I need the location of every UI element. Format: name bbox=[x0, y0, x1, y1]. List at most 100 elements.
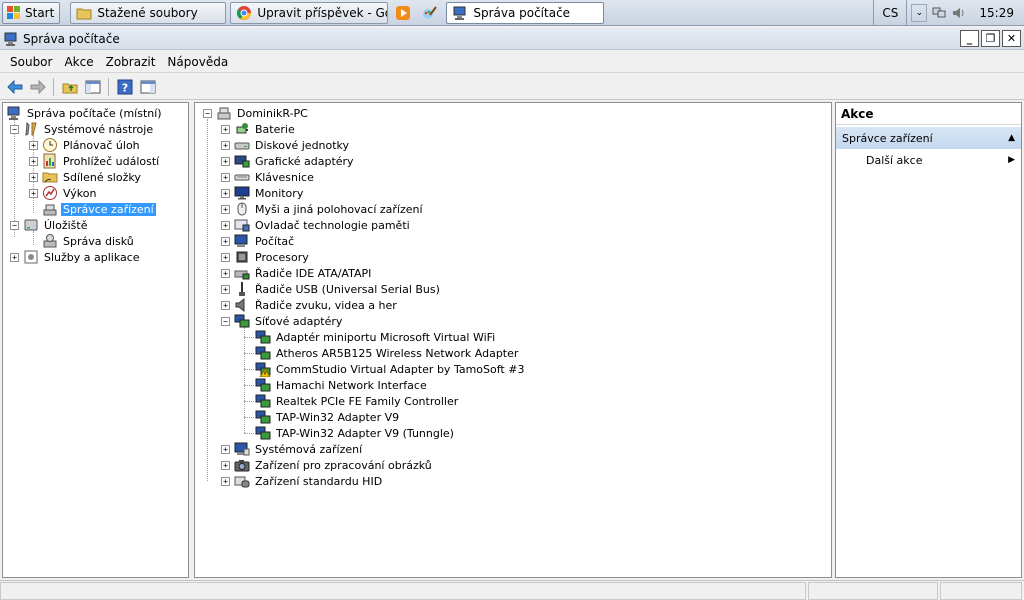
menu-akce[interactable]: Akce bbox=[58, 52, 99, 72]
network-icon[interactable] bbox=[931, 5, 947, 21]
clock[interactable]: 15:29 bbox=[975, 6, 1024, 20]
taskbar: Start Stažené soubory Upravit příspěvek … bbox=[0, 0, 1024, 26]
device-category[interactable]: + Myši a jiná polohovací zařízení bbox=[221, 201, 425, 217]
tree-item-label: Systémové nástroje bbox=[44, 122, 154, 136]
taskbar-button-downloads[interactable]: Stažené soubory bbox=[70, 1, 227, 24]
network-adapter-item[interactable]: Adaptér miniportu Microsoft Virtual WiFi bbox=[255, 329, 497, 345]
minimize-button[interactable]: _ bbox=[960, 30, 979, 47]
tools-icon bbox=[23, 121, 39, 137]
tree-item-performance[interactable]: + Výkon bbox=[29, 185, 98, 201]
tree-item-storage[interactable]: − Úložiště bbox=[10, 217, 89, 233]
expand-toggle[interactable]: + bbox=[221, 124, 230, 134]
expand-toggle[interactable]: + bbox=[221, 236, 230, 246]
device-category[interactable]: + Řadiče USB (Universal Serial Bus) bbox=[221, 281, 442, 297]
device-category[interactable]: + Řadiče zvuku, videa a her bbox=[221, 297, 399, 313]
speaker-icon bbox=[234, 297, 250, 313]
tree-item-device-manager[interactable]: Správce zařízení bbox=[42, 201, 156, 217]
tree-item-label: Správce zařízení bbox=[61, 202, 156, 216]
network-adapter-icon bbox=[255, 345, 271, 361]
device-category[interactable]: + Zařízení standardu HID bbox=[221, 473, 384, 489]
expand-toggle[interactable]: + bbox=[221, 444, 230, 454]
network-adapter-item[interactable]: TAP-Win32 Adapter V9 bbox=[255, 409, 401, 425]
network-adapter-item[interactable]: CommStudio Virtual Adapter by TamoSoft #… bbox=[255, 361, 526, 377]
help-button[interactable]: ? bbox=[113, 76, 136, 98]
start-label: Start bbox=[25, 5, 55, 20]
back-button[interactable] bbox=[3, 76, 26, 98]
expand-toggle[interactable]: + bbox=[221, 460, 230, 470]
computer-management-icon bbox=[6, 105, 22, 121]
device-category[interactable]: + Ovladač technologie paměti bbox=[221, 217, 412, 233]
volume-icon[interactable] bbox=[951, 5, 967, 21]
show-hide-tree-button[interactable] bbox=[81, 76, 104, 98]
menu-zobrazit[interactable]: Zobrazit bbox=[100, 52, 162, 72]
network-adapter-item[interactable]: TAP-Win32 Adapter V9 (Tunngle) bbox=[255, 425, 456, 441]
menu-napoveda[interactable]: Nápověda bbox=[161, 52, 234, 72]
expand-toggle[interactable]: + bbox=[10, 252, 19, 262]
collapse-up-icon[interactable]: ▲ bbox=[1008, 133, 1015, 143]
tree-item-event-viewer[interactable]: + Prohlížeč událostí bbox=[29, 153, 161, 169]
device-label: Systémová zařízení bbox=[255, 442, 363, 456]
device-tree-root[interactable]: − DominikR-PC bbox=[203, 105, 310, 121]
network-adapter-item[interactable]: Realtek PCIe FE Family Controller bbox=[255, 393, 460, 409]
expand-toggle[interactable]: + bbox=[221, 156, 230, 166]
tree-item-services-and-applications[interactable]: + Služby a aplikace bbox=[10, 249, 142, 265]
show-hide-action-pane-button[interactable] bbox=[136, 76, 159, 98]
device-category[interactable]: + Monitory bbox=[221, 185, 305, 201]
collapse-toggle[interactable]: − bbox=[221, 316, 230, 326]
expand-toggle[interactable]: + bbox=[29, 140, 38, 150]
forward-button[interactable] bbox=[26, 76, 49, 98]
expand-toggle[interactable]: + bbox=[221, 284, 230, 294]
device-label: Procesory bbox=[255, 250, 309, 264]
media-player-icon[interactable] bbox=[392, 2, 414, 24]
device-category[interactable]: + Klávesnice bbox=[221, 169, 316, 185]
close-button[interactable]: ✕ bbox=[1002, 30, 1021, 47]
device-category[interactable]: − Síťové adaptéry bbox=[221, 313, 344, 329]
network-adapter-item[interactable]: Atheros AR5B125 Wireless Network Adapter bbox=[255, 345, 520, 361]
memory-controller-icon bbox=[234, 217, 250, 233]
expand-toggle[interactable]: + bbox=[29, 156, 38, 166]
expand-toggle[interactable]: + bbox=[221, 252, 230, 262]
expand-toggle[interactable]: + bbox=[221, 300, 230, 310]
network-adapter-item[interactable]: Hamachi Network Interface bbox=[255, 377, 429, 393]
expand-toggle[interactable]: + bbox=[221, 204, 230, 214]
expand-toggle[interactable]: + bbox=[221, 268, 230, 278]
collapse-toggle[interactable]: − bbox=[203, 108, 212, 118]
tree-item-task-scheduler[interactable]: + Plánovač úloh bbox=[29, 137, 142, 153]
restore-button[interactable]: ❐ bbox=[981, 30, 1000, 47]
tree-item-shared-folders[interactable]: + Sdílené složky bbox=[29, 169, 143, 185]
device-label: Řadiče zvuku, videa a her bbox=[255, 298, 397, 312]
expand-toggle[interactable]: + bbox=[221, 172, 230, 182]
expand-toggle[interactable]: + bbox=[221, 476, 230, 486]
action-more-actions[interactable]: Další akce ▶ bbox=[836, 149, 1021, 171]
device-category[interactable]: + Systémová zařízení bbox=[221, 441, 364, 457]
expand-toggle[interactable]: + bbox=[221, 220, 230, 230]
device-category[interactable]: + Diskové jednotky bbox=[221, 137, 351, 153]
device-category[interactable]: + Počítač bbox=[221, 233, 296, 249]
device-label: Zařízení standardu HID bbox=[255, 474, 383, 488]
tree-item-computer-management-local[interactable]: Správa počítače (místní) bbox=[6, 105, 164, 121]
collapse-toggle[interactable]: − bbox=[10, 220, 19, 230]
device-category[interactable]: + Baterie bbox=[221, 121, 297, 137]
collapse-toggle[interactable]: − bbox=[10, 124, 19, 134]
chevron-down-icon[interactable]: ⌄ bbox=[911, 3, 928, 22]
actions-section-device-manager[interactable]: Správce zařízení ▲ bbox=[836, 127, 1021, 149]
expand-toggle[interactable]: + bbox=[29, 188, 38, 198]
expand-toggle[interactable]: + bbox=[29, 172, 38, 182]
paint-icon[interactable] bbox=[418, 2, 440, 24]
expand-toggle[interactable]: + bbox=[221, 140, 230, 150]
device-category[interactable]: + Procesory bbox=[221, 249, 311, 265]
start-button[interactable]: Start bbox=[2, 1, 61, 24]
up-one-level-button[interactable] bbox=[58, 76, 81, 98]
usb-icon bbox=[234, 281, 250, 297]
tree-item-label: Prohlížeč událostí bbox=[63, 154, 160, 168]
taskbar-button-chrome[interactable]: Upravit příspěvek - Goo... bbox=[230, 1, 389, 24]
expand-toggle[interactable]: + bbox=[221, 188, 230, 198]
menu-soubor[interactable]: Soubor bbox=[4, 52, 58, 72]
tree-item-system-tools[interactable]: − Systémové nástroje bbox=[10, 121, 155, 137]
device-category[interactable]: + Grafické adaptéry bbox=[221, 153, 356, 169]
device-category[interactable]: + Zařízení pro zpracování obrázků bbox=[221, 457, 434, 473]
tree-item-disk-management[interactable]: Správa disků bbox=[42, 233, 136, 249]
taskbar-button-computer-management[interactable]: Správa počítače bbox=[446, 1, 605, 24]
device-category[interactable]: + Řadiče IDE ATA/ATAPI bbox=[221, 265, 373, 281]
language-indicator[interactable]: CS bbox=[874, 0, 908, 26]
